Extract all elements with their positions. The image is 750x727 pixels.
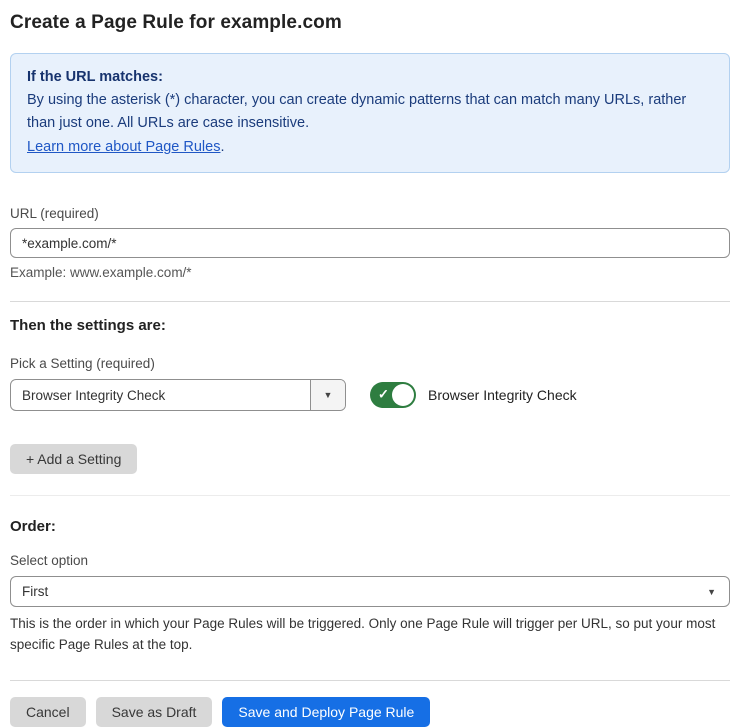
- footer-actions: Cancel Save as Draft Save and Deploy Pag…: [10, 697, 730, 727]
- footer-divider: [10, 680, 730, 681]
- setting-dropdown-arrow-button[interactable]: ▼: [310, 380, 345, 410]
- url-input[interactable]: [10, 228, 730, 258]
- chevron-down-icon: ▼: [324, 390, 333, 400]
- save-and-deploy-button[interactable]: Save and Deploy Page Rule: [222, 697, 430, 727]
- order-select-value: First: [22, 584, 707, 599]
- page-title: Create a Page Rule for example.com: [10, 12, 730, 34]
- order-section-heading: Order:: [10, 518, 730, 535]
- chevron-down-icon: ▼: [707, 587, 716, 597]
- order-select[interactable]: First ▼: [10, 576, 730, 607]
- url-field-label: URL (required): [10, 206, 730, 221]
- link-suffix: .: [220, 139, 224, 155]
- browser-integrity-toggle[interactable]: ✓: [370, 382, 416, 408]
- section-divider: [10, 301, 730, 302]
- order-select-label: Select option: [10, 553, 730, 568]
- info-callout-body: By using the asterisk (*) character, you…: [27, 89, 713, 135]
- cancel-button[interactable]: Cancel: [10, 697, 86, 727]
- toggle-knob: [392, 384, 414, 406]
- toggle-label: Browser Integrity Check: [428, 387, 577, 403]
- pick-setting-label: Pick a Setting (required): [10, 356, 730, 371]
- url-example-helper: Example: www.example.com/*: [10, 265, 730, 280]
- page-rule-form: Create a Page Rule for example.com If th…: [0, 0, 750, 727]
- info-callout-heading: If the URL matches:: [27, 66, 713, 89]
- faint-divider: [10, 495, 730, 496]
- learn-more-link[interactable]: Learn more about Page Rules: [27, 139, 220, 155]
- save-as-draft-button[interactable]: Save as Draft: [96, 697, 213, 727]
- add-setting-button[interactable]: + Add a Setting: [10, 444, 137, 474]
- setting-row: Browser Integrity Check ▼ ✓ Browser Inte…: [10, 379, 730, 411]
- order-helper-text: This is the order in which your Page Rul…: [10, 613, 730, 655]
- setting-dropdown-value: Browser Integrity Check: [11, 380, 310, 410]
- check-icon: ✓: [378, 386, 389, 402]
- url-match-info-callout: If the URL matches: By using the asteris…: [10, 53, 730, 173]
- settings-section-heading: Then the settings are:: [10, 317, 730, 334]
- setting-dropdown[interactable]: Browser Integrity Check ▼: [10, 379, 346, 411]
- info-callout-link-line: Learn more about Page Rules.: [27, 135, 713, 159]
